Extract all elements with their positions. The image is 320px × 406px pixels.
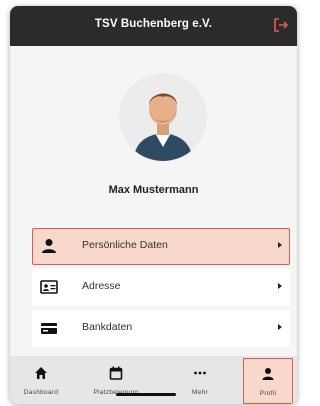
app-title: TSV Buchenberg e.V. [94,18,213,30]
nav-label: Dashboard [23,389,59,396]
top-bar: TSV Buchenberg e.V. [10,6,297,46]
person-icon [42,239,56,253]
logout-icon[interactable] [273,17,289,33]
menu-item-label: Persönliche Daten [82,239,168,251]
nav-label: Profil [259,390,277,397]
menu-item-adresse[interactable]: Adresse [32,269,290,306]
credit-card-icon [41,323,57,334]
nav-platzbelegung[interactable]: Platzbelegung [72,356,160,404]
nav-mehr[interactable]: Mehr [160,356,240,404]
chevron-right-icon [278,283,282,289]
avatar [119,73,207,161]
home-icon [35,367,47,379]
chevron-right-icon [278,242,282,248]
menu-item-label: Bankdaten [82,321,133,333]
menu-item-bankdaten[interactable]: Bankdaten [32,310,290,347]
home-indicator [116,393,176,396]
nav-profil[interactable]: Profil [243,358,293,404]
profile-icon [262,368,274,380]
menu-item-persoenliche-daten[interactable]: Persönliche Daten [32,228,290,265]
calendar-icon [109,366,123,380]
profile-menu: Persönliche Daten Adresse Bankdaten [32,228,290,351]
id-card-icon [40,280,58,294]
bottom-navigation: Dashboard Platzbelegung Mehr [10,356,297,404]
more-icon [194,371,206,375]
chevron-right-icon [278,324,282,330]
menu-item-label: Adresse [82,280,121,292]
nav-dashboard[interactable]: Dashboard [10,356,72,404]
app-frame: TSV Buchenberg e.V. Max Mustermann Persö… [10,6,297,404]
profile-name: Max Mustermann [108,184,199,196]
avatar-illustration [119,73,207,161]
